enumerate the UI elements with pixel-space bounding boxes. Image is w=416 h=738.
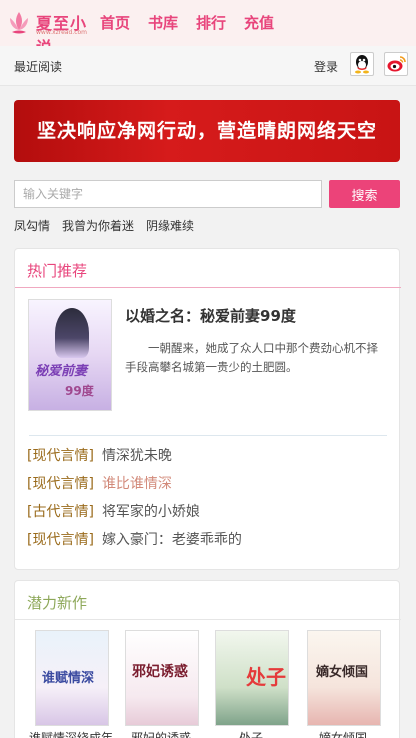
nav-home[interactable]: 首页 — [100, 12, 130, 33]
book-name: 情深犹未晚 — [101, 448, 172, 464]
featured-book-title[interactable]: 以婚之名：秘爱前妻99度 — [125, 305, 296, 326]
search-button[interactable]: 搜索 — [329, 180, 400, 208]
new-works-section: 潜力新作 谁赋情深 邪妃诱惑 处子 嫡女倾国 谁赋情深绕成年 邪妃的诱惑 处子 … — [14, 580, 401, 738]
top-bar: 夏至小说 www.xzread.com 首页 书库 排行 充值 — [0, 0, 416, 57]
book-caption[interactable]: 邪妃的诱惑 — [131, 729, 221, 738]
featured-book-description: 一朝醒来，她成了众人口中那个费劲心机不择手段高攀名城第一贵少的土肥圆。 — [125, 341, 378, 374]
book-cover[interactable]: 嫡女倾国 — [307, 630, 381, 726]
qq-icon — [355, 55, 369, 74]
section-title: 潜力新作 — [27, 594, 88, 612]
hot-tag[interactable]: 阴缘难续 — [146, 217, 194, 234]
book-name: 嫁入豪门：老婆乖乖的 — [101, 532, 242, 548]
recent-reading-link[interactable]: 最近阅读 — [14, 58, 62, 75]
book-caption[interactable]: 谁赋情深绕成年 — [29, 729, 119, 738]
recommend-list: [现代言情] 情深犹未晚 [现代言情] 谁比谁情深 [古代言情] 将军家的小娇娘 [现… — [27, 445, 242, 557]
nav-recharge[interactable]: 充值 — [244, 12, 274, 33]
list-item[interactable]: [现代言情] 嫁入豪门：老婆乖乖的 — [27, 529, 242, 557]
search-input[interactable] — [14, 180, 322, 208]
weibo-icon — [387, 56, 406, 72]
book-name: 谁比谁情深 — [101, 476, 172, 492]
book-category: [古代言情] — [27, 504, 94, 520]
cover-title: 谁赋情深 — [42, 671, 95, 686]
login-link[interactable]: 登录 — [314, 58, 338, 75]
lotus-logo-icon — [10, 12, 28, 34]
book-cover[interactable]: 邪妃诱惑 — [125, 630, 199, 726]
book-category: [现代言情] — [27, 448, 94, 464]
divider — [15, 619, 401, 620]
list-item[interactable]: [古代言情] 将军家的小娇娘 — [27, 501, 242, 529]
book-caption[interactable]: 嫡女倾国 — [319, 729, 409, 738]
site-logo[interactable]: 夏至小说 www.xzread.com — [6, 6, 88, 57]
cover-title: 秘爱前妻 — [35, 364, 88, 379]
book-category: [现代言情] — [27, 532, 94, 548]
hot-recommend-section: 热门推荐 秘爱前妻 99度 以婚之名：秘爱前妻99度 一朝醒来，她成了众人口中那… — [14, 248, 401, 570]
cover-title: 邪妃诱惑 — [132, 664, 188, 680]
book-cover[interactable]: 处子 — [215, 630, 289, 726]
nav-ranking[interactable]: 排行 — [196, 12, 226, 33]
section-title: 热门推荐 — [27, 262, 88, 280]
book-category: [现代言情] — [27, 476, 94, 492]
list-item[interactable]: [现代言情] 谁比谁情深 — [27, 473, 242, 501]
hot-search-tags: 凤勾情 我曾为你着迷 阴缘难续 — [14, 217, 206, 234]
logo-url: www.xzread.com — [36, 29, 88, 36]
announcement-banner[interactable]: 坚决响应净网行动，营造晴朗网络天空 — [14, 100, 400, 162]
nav-library[interactable]: 书库 — [148, 12, 178, 33]
cover-title: 嫡女倾国 — [316, 665, 369, 680]
qq-login-button[interactable] — [350, 52, 374, 76]
book-cover[interactable]: 谁赋情深 — [35, 630, 109, 726]
cover-figure — [55, 308, 89, 358]
weibo-login-button[interactable] — [384, 52, 408, 76]
cover-title: 处子 — [246, 665, 286, 689]
book-caption[interactable]: 处子 — [239, 729, 329, 738]
book-name: 将军家的小娇娘 — [101, 504, 200, 520]
main-nav: 首页 书库 排行 充值 — [100, 12, 292, 33]
list-item[interactable]: [现代言情] 情深犹未晚 — [27, 445, 242, 473]
hot-tag[interactable]: 我曾为你着迷 — [62, 217, 134, 234]
hot-tag[interactable]: 凤勾情 — [14, 217, 50, 234]
cover-subtitle: 99度 — [65, 384, 94, 398]
divider — [29, 435, 387, 436]
featured-book-cover[interactable]: 秘爱前妻 99度 — [28, 299, 112, 411]
divider — [15, 287, 401, 288]
banner-text: 坚决响应净网行动，营造晴朗网络天空 — [36, 120, 377, 142]
